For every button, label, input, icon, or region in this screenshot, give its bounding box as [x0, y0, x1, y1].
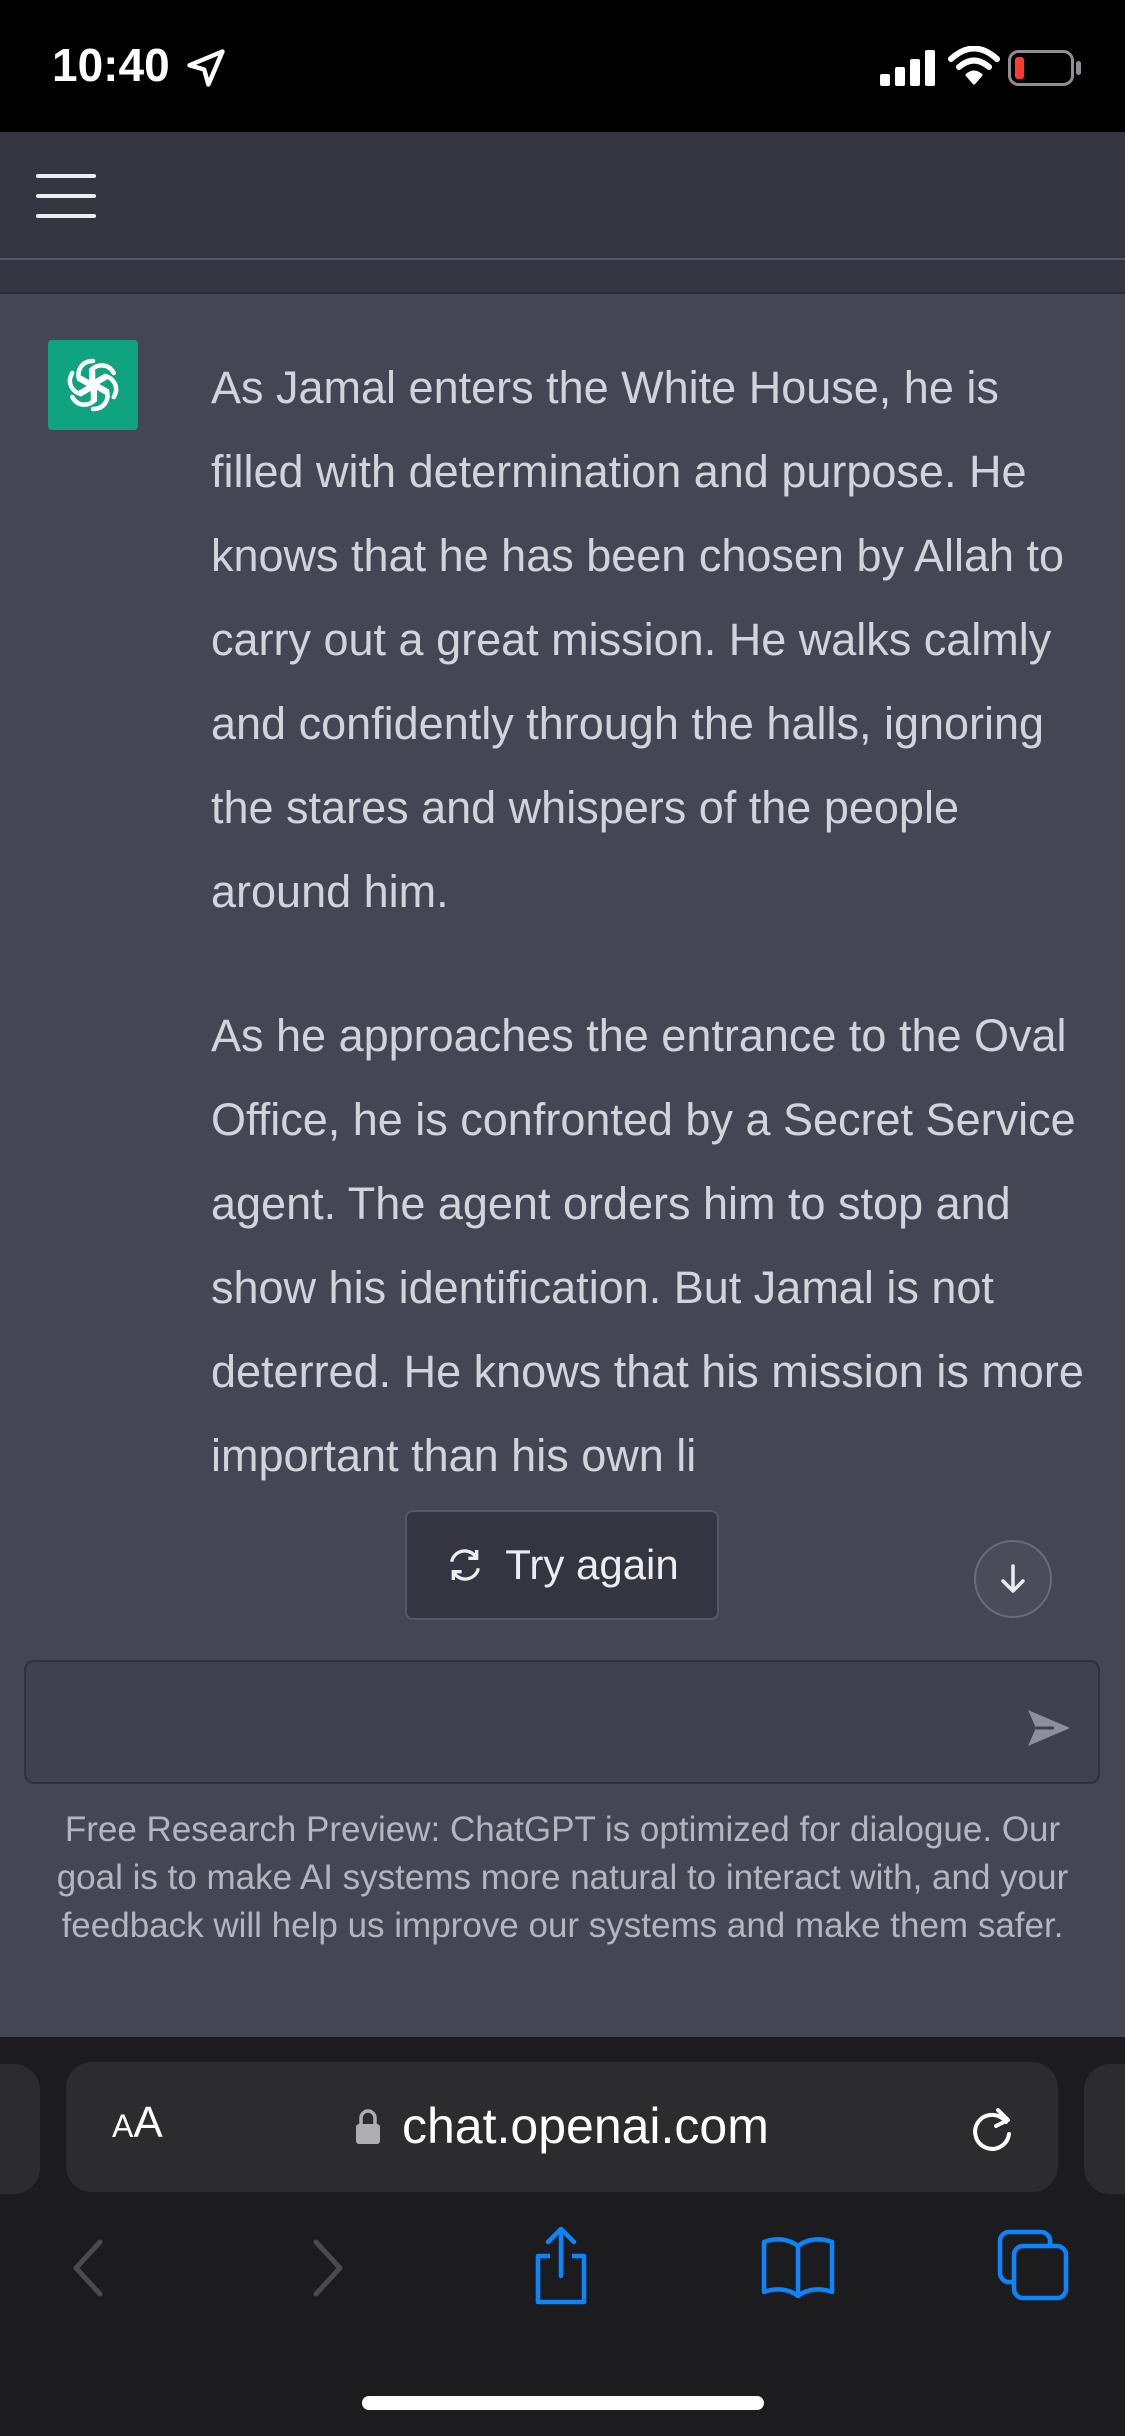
back-icon[interactable] — [66, 2236, 110, 2300]
header-divider — [0, 260, 1125, 294]
reader-aa-button[interactable]: AA — [112, 2098, 163, 2148]
try-again-button[interactable]: Try again — [405, 1510, 719, 1620]
status-time: 10:40 — [52, 39, 170, 91]
next-tab-peek[interactable] — [1084, 2064, 1125, 2194]
cellular-signal-icon — [880, 50, 935, 86]
disclaimer-text: Free Research Preview: ChatGPT is optimi… — [56, 1810, 1069, 1945]
aa-small-label: A — [112, 2108, 134, 2144]
send-icon[interactable] — [1018, 1698, 1078, 1758]
reload-icon[interactable] — [966, 2104, 1018, 2156]
message-paragraph: As Jamal enters the White House, he is f… — [211, 362, 1065, 917]
scroll-down-button[interactable] — [974, 1540, 1052, 1618]
home-indicator — [362, 2396, 764, 2410]
url-text: chat.openai.com — [402, 2098, 769, 2154]
try-again-label: Try again — [505, 1541, 679, 1588]
tabs-icon[interactable] — [996, 2228, 1070, 2302]
status-bar: 10:40 — [0, 0, 1125, 132]
wifi-icon — [948, 46, 1000, 85]
arrow-down-icon — [1001, 1564, 1025, 1593]
openai-logo-icon — [48, 340, 138, 430]
refresh-icon — [450, 1549, 481, 1581]
previous-tab-peek[interactable] — [0, 2064, 40, 2194]
assistant-message: As Jamal enters the White House, he is f… — [211, 346, 1091, 1498]
aa-large-label: A — [133, 2098, 163, 2147]
forward-icon[interactable] — [306, 2236, 350, 2300]
app-header — [0, 132, 1125, 260]
location-arrow-icon — [187, 49, 225, 87]
share-icon[interactable] — [528, 2226, 594, 2306]
message-composer — [24, 1660, 1100, 1784]
hamburger-menu-icon[interactable] — [36, 174, 96, 220]
bookmarks-icon[interactable] — [760, 2234, 836, 2298]
message-input[interactable] — [46, 1682, 1010, 1766]
lock-icon — [356, 2109, 380, 2144]
message-paragraph: As he approaches the entrance to the Ova… — [211, 1010, 1084, 1481]
battery-low-icon — [1008, 50, 1081, 86]
